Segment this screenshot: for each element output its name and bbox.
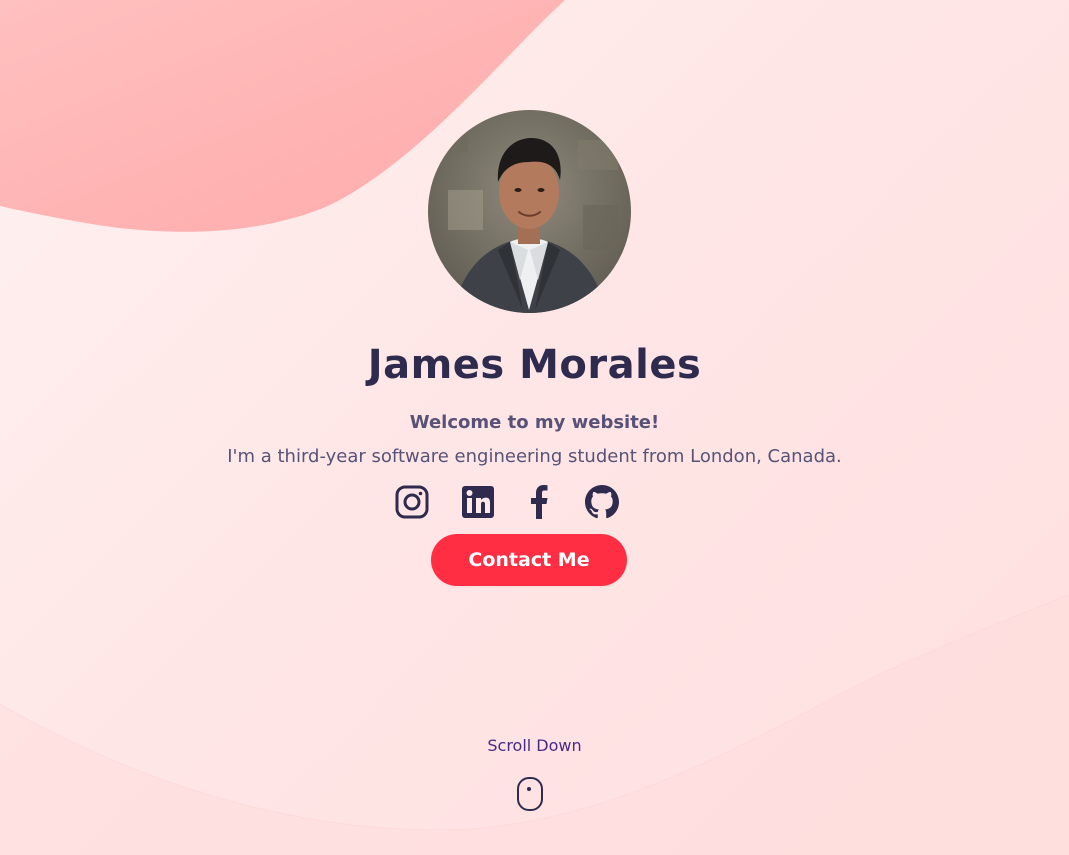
scroll-down-label[interactable]: Scroll Down <box>0 736 1069 755</box>
contact-me-button[interactable]: Contact Me <box>431 534 627 586</box>
instagram-link[interactable] <box>392 482 432 522</box>
bottom-wave <box>0 595 1069 855</box>
instagram-icon <box>395 485 429 519</box>
social-links <box>0 482 1069 522</box>
github-link[interactable] <box>582 482 622 522</box>
facebook-icon <box>531 485 548 519</box>
profile-avatar <box>428 110 631 313</box>
profile-tagline: I'm a third-year software engineering st… <box>227 446 842 467</box>
welcome-heading: Welcome to my website! <box>409 412 660 433</box>
linkedin-link[interactable] <box>458 482 498 522</box>
hero-section: James Morales Welcome to my website! I'm… <box>0 0 1069 855</box>
profile-name: James Morales <box>367 342 702 388</box>
facebook-link[interactable] <box>519 482 559 522</box>
mouse-icon[interactable] <box>516 776 544 812</box>
linkedin-icon <box>462 486 494 518</box>
github-icon <box>585 485 619 519</box>
